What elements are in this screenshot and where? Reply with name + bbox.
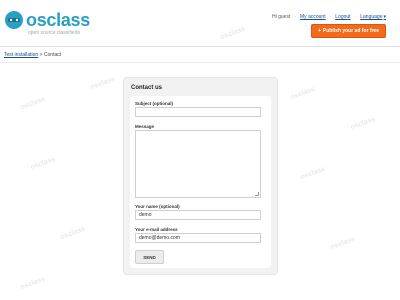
subject-label: Subject (optional) (135, 101, 173, 106)
watermark: osclass (89, 75, 117, 92)
contact-form: Subject (optional) Message Your name (op… (130, 96, 271, 268)
name-label: Your name (optional) (135, 204, 180, 209)
watermark: osclass (299, 165, 327, 182)
caret-down-icon: ▾ (383, 14, 386, 20)
logo-tagline: open source classifieds (28, 30, 80, 36)
watermark: osclass (219, 25, 247, 42)
site-logo[interactable]: osclass open source classifieds (4, 8, 124, 38)
breadcrumb-home-link[interactable]: Test installation (4, 52, 38, 58)
top-links: Hi guest · My account · Logout · Languag… (272, 14, 386, 20)
name-input[interactable]: demo (135, 210, 261, 220)
subject-input[interactable] (135, 107, 261, 117)
watermark: osclass (29, 155, 57, 172)
osclass-logo-icon (5, 11, 23, 29)
watermark: osclass (289, 85, 317, 102)
breadcrumb-current: Contact (43, 52, 62, 58)
breadcrumb-separator: > (39, 52, 43, 58)
contact-form-panel: Contact us Subject (optional) Message Yo… (123, 77, 278, 275)
logo-name: osclass (26, 10, 90, 30)
my-account-link[interactable]: My account (300, 14, 326, 20)
send-button[interactable]: SEND (135, 250, 164, 264)
language-dropdown[interactable]: Language▾ (360, 14, 386, 20)
message-label: Message (135, 124, 155, 129)
publish-ad-button[interactable]: + Publish your ad for free (310, 24, 386, 38)
watermark: osclass (19, 275, 47, 292)
plus-icon: + (317, 28, 321, 34)
watermark: osclass (349, 115, 377, 132)
separator: · (294, 14, 297, 20)
resize-handle-icon[interactable] (255, 192, 259, 196)
publish-ad-label: Publish your ad for free (322, 28, 379, 34)
logout-link[interactable]: Logout (335, 14, 350, 20)
email-label: Your e-mail address (135, 227, 178, 232)
breadcrumb-divider (0, 62, 400, 63)
greeting-text: Hi guest (272, 14, 291, 20)
separator: · (329, 14, 332, 20)
email-input[interactable]: demo@demo.com (135, 233, 261, 243)
message-textarea[interactable] (135, 130, 261, 198)
language-label: Language (360, 14, 383, 20)
separator: · (354, 14, 357, 20)
watermark: osclass (329, 235, 357, 252)
contact-form-title: Contact us (131, 85, 163, 91)
breadcrumb: Test installation > Contact (4, 52, 61, 58)
watermark: osclass (19, 95, 47, 112)
watermark: osclass (59, 225, 87, 242)
header-divider (0, 46, 400, 47)
